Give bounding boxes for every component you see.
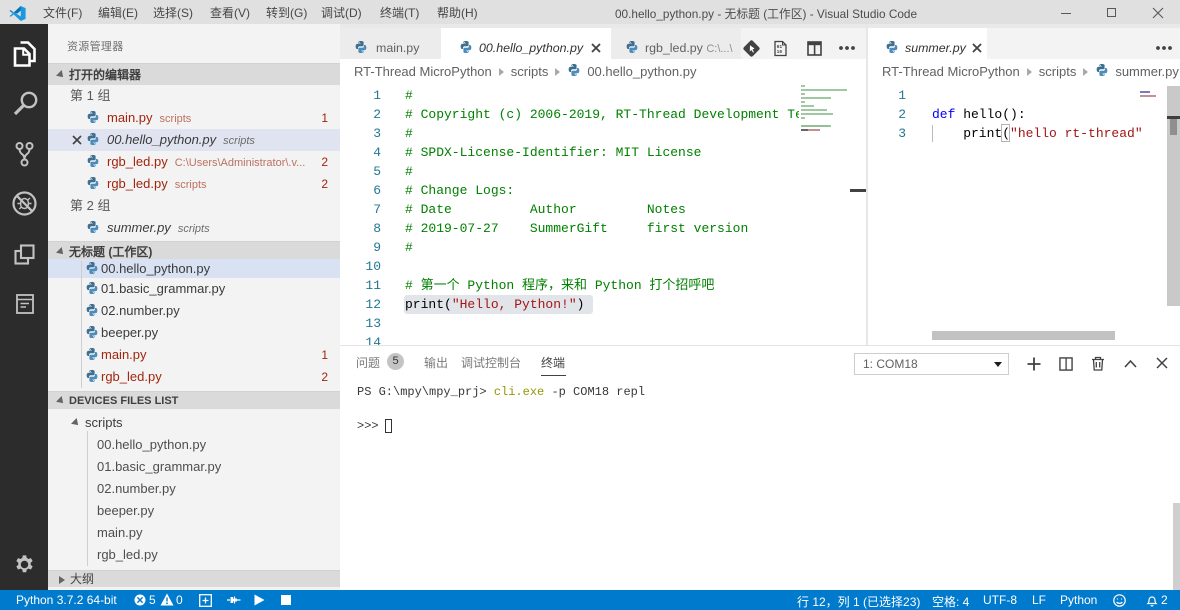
svg-text:10: 10 (777, 49, 783, 55)
